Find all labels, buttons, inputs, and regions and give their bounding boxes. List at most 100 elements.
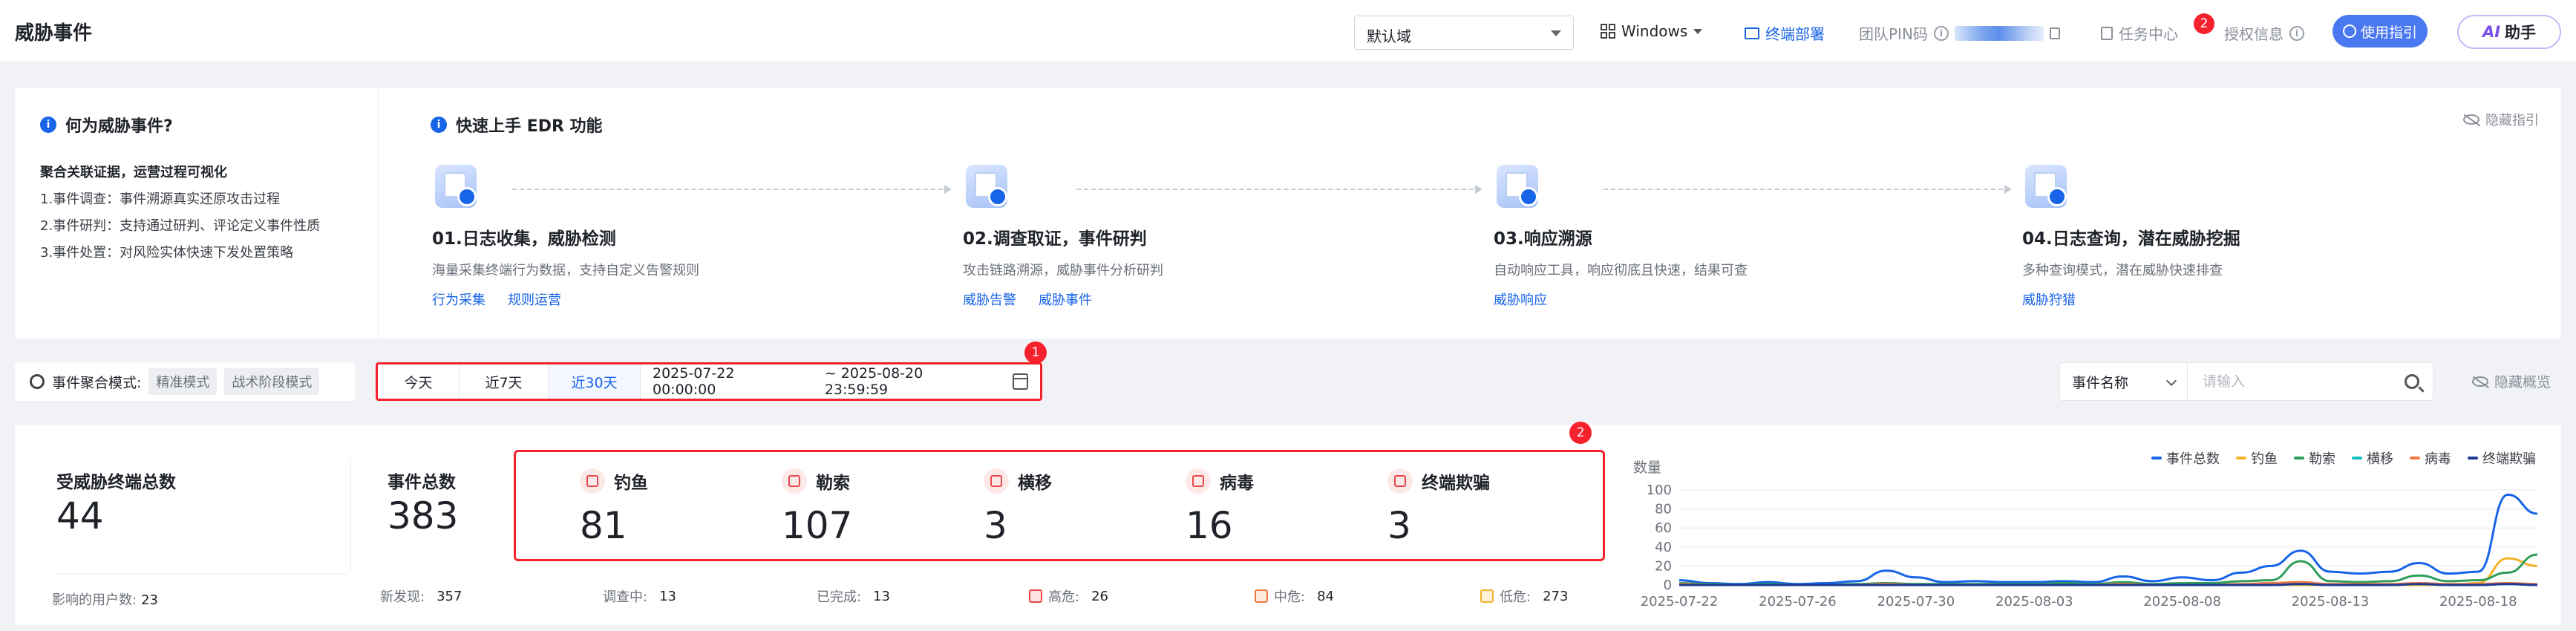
date-range-picker[interactable]: 2025-07-22 00:00:00 ~ 2025-08-20 23:59:5…: [641, 364, 1040, 399]
quickstart-title-text: 快速上手 EDR 功能: [456, 117, 603, 136]
search-input[interactable]: [2188, 373, 2405, 390]
legend-label: 病毒: [2425, 451, 2451, 467]
info-icon: i: [431, 117, 447, 133]
legend-swatch: [2410, 457, 2420, 460]
affected-users-value[interactable]: 23: [141, 592, 158, 608]
os-select[interactable]: Windows: [1601, 22, 1703, 40]
domain-select[interactable]: 默认域: [1354, 16, 1574, 50]
tab-7days[interactable]: 近7天: [460, 364, 549, 399]
category-item[interactable]: 终端欺骗 3: [1387, 468, 1490, 547]
status-label: 低危:: [1500, 589, 1531, 605]
category-name: 终端欺骗: [1422, 474, 1490, 493]
legend-label: 终端欺骗: [2482, 451, 2536, 467]
chevron-down-icon: [2165, 375, 2177, 387]
legend-item[interactable]: 勒索: [2294, 448, 2335, 468]
step-card: 04.日志查询，潜在威胁挖掘 多种查询模式，潜在威胁快速排查 威胁狩猎: [2022, 159, 2468, 309]
info-icon: i: [2289, 25, 2304, 41]
step-link[interactable]: 规则运营: [508, 290, 561, 309]
divider: [350, 459, 351, 570]
x-tick-label: 2025-07-30: [1877, 594, 1955, 609]
y-axis-label: 数量: [1633, 460, 1661, 476]
tab-today[interactable]: 今天: [378, 364, 460, 399]
status-value[interactable]: 84: [1317, 589, 1334, 604]
affected-users: 影响的用户数: 23: [52, 589, 158, 609]
definition-title: i 何为威胁事件?: [40, 113, 353, 137]
category-value: 107: [782, 504, 853, 547]
legend-label: 事件总数: [2166, 451, 2220, 467]
category-item[interactable]: 病毒 16: [1186, 468, 1254, 547]
low-risk-icon: [1480, 589, 1494, 603]
status-label: 已完成:: [817, 589, 862, 605]
status-label: 中危:: [1274, 589, 1306, 605]
status-value[interactable]: 13: [873, 589, 890, 604]
legend-item[interactable]: 终端欺骗: [2468, 448, 2536, 468]
x-tick-label: 2025-08-08: [2143, 594, 2221, 609]
lateral-icon: [984, 468, 1009, 494]
legend-item[interactable]: 病毒: [2410, 448, 2451, 468]
step-title: 04.日志查询，潜在威胁挖掘: [2022, 229, 2240, 249]
affected-users-label: 影响的用户数:: [52, 592, 137, 608]
step-link[interactable]: 威胁响应: [1494, 290, 1547, 309]
trend-chart: 事件总数 钓鱼 勒索 横移 病毒 终端欺骗 数量 0 20 40 60 80 100 2025-07-2…: [1626, 438, 2554, 624]
status-value[interactable]: 13: [659, 589, 676, 604]
page-title: 威胁事件: [15, 22, 93, 45]
date-range-filter: 今天 近7天 近30天 2025-07-22 00:00:00 ~ 2025-0…: [376, 362, 1042, 401]
step-link[interactable]: 行为采集: [432, 290, 486, 309]
status-value[interactable]: 26: [1091, 589, 1108, 604]
legend-swatch: [2352, 457, 2362, 460]
category-name: 横移: [1018, 474, 1052, 493]
hide-overview-button[interactable]: 隐藏概览: [2472, 371, 2551, 391]
step-link[interactable]: 威胁狩猎: [2022, 290, 2076, 309]
severity-low: 低危: 273: [1480, 586, 1568, 606]
annotation-badge-1: 1: [1024, 341, 1047, 364]
tab-30days[interactable]: 近30天: [549, 364, 641, 399]
definition-lead: 聚合关联证据，运营过程可视化: [40, 165, 227, 180]
legend-item[interactable]: 钓鱼: [2236, 448, 2278, 468]
copy-icon[interactable]: [2049, 27, 2060, 39]
series-line: [1678, 583, 2538, 586]
step-link[interactable]: 威胁告警: [963, 290, 1016, 309]
x-tick-label: 2025-08-03: [1995, 594, 2073, 609]
status-label: 高危:: [1048, 589, 1080, 605]
step-card: 03.响应溯源 自动响应工具，响应彻底且快速，结果可查 威胁响应: [1494, 159, 1939, 309]
category-item[interactable]: 横移 3: [984, 468, 1052, 547]
category-value: 3: [984, 504, 1007, 547]
task-icon: [2101, 26, 2113, 40]
category-value: 16: [1186, 504, 1233, 547]
x-tick-label: 2025-07-22: [1641, 594, 1719, 609]
eye-off-icon: [2472, 376, 2488, 387]
category-item[interactable]: 钓鱼 81: [580, 468, 648, 547]
series-line: [1678, 493, 2538, 586]
deploy-label: 终端部署: [1765, 25, 1825, 43]
search-field-value: 事件名称: [2072, 374, 2129, 391]
windows-icon: [1601, 24, 1615, 39]
status-value[interactable]: 273: [1543, 589, 1568, 604]
usage-guide-button[interactable]: 使用指引: [2333, 15, 2428, 48]
search-field-select[interactable]: 事件名称: [2060, 363, 2188, 400]
legend-swatch: [2236, 457, 2246, 460]
calendar-icon[interactable]: [1012, 373, 1028, 390]
domain-select-value: 默认域: [1367, 27, 1411, 45]
events-value[interactable]: 383: [388, 494, 458, 537]
ai-assistant-button[interactable]: AI 助手: [2457, 15, 2561, 49]
series-line: [1678, 557, 2538, 586]
info-icon[interactable]: i: [1933, 25, 1949, 41]
range-end: ~ 2025-08-20 23:59:59: [824, 365, 923, 398]
category-name: 病毒: [1220, 474, 1254, 493]
mode-tactic[interactable]: 战术阶段模式: [224, 368, 320, 395]
pin-value-masked: [1954, 25, 2044, 41]
legend-item[interactable]: 横移: [2352, 448, 2393, 468]
search-icon[interactable]: [2405, 374, 2419, 389]
legend-item[interactable]: 事件总数: [2151, 448, 2220, 468]
endpoints-value[interactable]: 44: [56, 494, 104, 537]
mid-risk-icon: [1255, 589, 1268, 603]
hide-guide-button[interactable]: 隐藏指引: [2463, 110, 2539, 129]
license-info-link[interactable]: 授权信息 i: [2224, 22, 2304, 44]
definition-line: 2.事件研判：支持通过研判、评论定义事件性质: [40, 218, 321, 234]
task-center-link[interactable]: 任务中心: [2101, 22, 2178, 44]
mode-precise[interactable]: 精准模式: [148, 368, 218, 395]
status-value[interactable]: 357: [437, 589, 462, 604]
deploy-link[interactable]: 终端部署: [1745, 22, 1825, 44]
step-link[interactable]: 威胁事件: [1039, 290, 1092, 309]
category-item[interactable]: 勒索 107: [782, 468, 852, 547]
